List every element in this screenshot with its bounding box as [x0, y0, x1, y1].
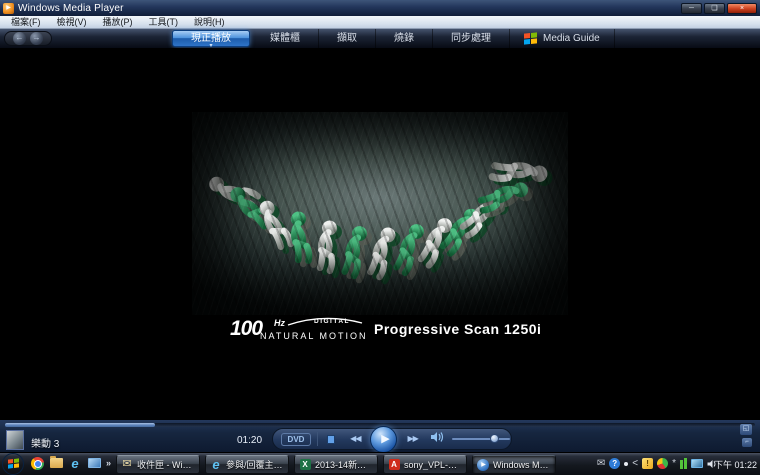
logo-digital: DIGITAL: [314, 318, 350, 325]
chrome-icon[interactable]: [30, 456, 44, 470]
logo-100: 100: [230, 317, 262, 341]
skin-mode-button[interactable]: ◱: [740, 424, 752, 435]
tray-network-icon[interactable]: [691, 457, 703, 470]
restore-button[interactable]: ❏: [704, 3, 725, 14]
windows-start-icon: [8, 458, 19, 469]
windows-logo-icon: [524, 32, 537, 45]
mail-icon: ✉: [121, 459, 133, 471]
volume-thumb[interactable]: [490, 434, 499, 443]
taskbar-button-excel[interactable]: X 2013-14新品發表會: [294, 455, 378, 474]
task-buttons: ✉ 收件匣 - Windows ... e 參與/回覆主題 - JV... X …: [116, 455, 556, 474]
volume-track: [452, 438, 510, 440]
logo-hz: Hz: [274, 318, 285, 328]
tab-media-guide-label: Media Guide: [543, 29, 600, 48]
excel-icon: X: [299, 459, 311, 471]
wmp-icon: ▶: [477, 459, 489, 471]
menu-file[interactable]: 檔案(F): [4, 16, 48, 28]
windows-taskbar: e » ✉ 收件匣 - Windows ... e 參與/回覆主題 - JV..…: [0, 452, 760, 475]
video-scene: [192, 112, 568, 315]
previous-button[interactable]: ◀◀: [344, 432, 366, 447]
tray-updater-icon[interactable]: [657, 457, 668, 470]
speaker-icon: [430, 431, 444, 443]
transport-controls: DVD ◀◀ ▶ ▶▶: [272, 428, 512, 450]
title-bar: ▶ Windows Media Player ─ ❏ ×: [0, 0, 760, 16]
playback-panel: 樂動 3 01:20 DVD ◀◀ ▶ ▶▶ ◱ ⌐: [0, 419, 760, 452]
show-desktop-icon[interactable]: [87, 456, 101, 470]
ie-icon[interactable]: e: [68, 456, 82, 470]
dvd-menu-button[interactable]: DVD: [281, 433, 311, 446]
divider: [317, 432, 318, 446]
video-frame: 100 Hz DIGITAL NATURAL MOTION Progressiv…: [192, 112, 568, 345]
taskbar-button-label: Windows Media Pl...: [493, 460, 551, 470]
logo-natural-motion: NATURAL MOTION: [260, 331, 368, 341]
tray-settings-icon[interactable]: *: [672, 457, 676, 470]
minimize-button[interactable]: ─: [681, 3, 702, 14]
tab-rip[interactable]: 擷取: [319, 29, 376, 48]
folder-icon[interactable]: [49, 456, 63, 470]
resize-grip[interactable]: ⌐: [742, 438, 752, 447]
menu-view[interactable]: 檢視(V): [50, 16, 94, 28]
taskbar-button-label: 參與/回覆主題 - JV...: [226, 458, 284, 471]
pdf-icon: A: [388, 459, 400, 471]
menu-help[interactable]: 說明(H): [187, 16, 232, 28]
navigation-pill: ← →: [4, 31, 52, 46]
forward-button[interactable]: →: [30, 32, 43, 45]
close-button[interactable]: ×: [727, 3, 757, 14]
tab-sync[interactable]: 同步處理: [433, 29, 510, 48]
quick-launch-overflow-chevron[interactable]: »: [106, 458, 111, 468]
tab-now-playing[interactable]: 現正播放 ▾: [172, 30, 250, 47]
progressive-scan-caption: Progressive Scan 1250i: [374, 321, 541, 337]
back-button[interactable]: ←: [13, 32, 26, 45]
tray-status-dot-icon[interactable]: [624, 457, 628, 470]
taskbar-button-browser[interactable]: e 參與/回覆主題 - JV...: [205, 455, 289, 474]
mute-button[interactable]: [430, 430, 444, 448]
motion-figures-graphic: [192, 112, 568, 315]
tray-messenger-icon[interactable]: !: [642, 457, 653, 470]
tab-library[interactable]: 媒體櫃: [252, 29, 319, 48]
tray-collapse-chevron[interactable]: <: [632, 457, 638, 470]
elapsed-time: 01:20: [237, 435, 262, 446]
volume-slider[interactable]: [452, 434, 503, 444]
taskbar-button-pdf[interactable]: A sony_VPL-VW500E...: [383, 455, 467, 474]
tab-burn[interactable]: 燒錄: [376, 29, 433, 48]
next-button[interactable]: ▶▶: [401, 432, 423, 447]
taskbar-button-label: sony_VPL-VW500E...: [404, 460, 462, 470]
menu-play[interactable]: 播放(P): [96, 16, 140, 28]
taskbar-button-label: 收件匣 - Windows ...: [137, 458, 195, 471]
ie-icon: e: [210, 459, 222, 471]
wmp-window: ▶ Windows Media Player ─ ❏ × 檔案(F) 檢視(V)…: [0, 0, 760, 475]
play-pause-button[interactable]: ▶: [370, 426, 397, 453]
start-button[interactable]: [2, 453, 24, 475]
taskbar-button-wmp[interactable]: ▶ Windows Media Pl...: [472, 455, 556, 474]
feature-taskbar: ← → 現正播放 ▾ 媒體櫃 擷取 燒錄 同步處理 Media Guide: [0, 29, 760, 48]
tray-mail-icon[interactable]: ✉: [597, 457, 605, 470]
track-title: 樂動 3: [31, 435, 59, 450]
wmp-app-icon: ▶: [3, 3, 14, 14]
video-display-area[interactable]: 100 Hz DIGITAL NATURAL MOTION Progressiv…: [0, 48, 760, 419]
album-art-thumbnail: [6, 430, 24, 450]
system-tray: ✉ ? < ! *: [597, 457, 718, 470]
tray-help-icon[interactable]: ?: [609, 457, 620, 470]
menu-bar: 檔案(F) 檢視(V) 播放(P) 工具(T) 說明(H): [0, 16, 760, 29]
video-caption-band: 100 Hz DIGITAL NATURAL MOTION Progressiv…: [192, 315, 568, 345]
tab-media-guide[interactable]: Media Guide: [510, 29, 615, 48]
quick-launch-bar: e »: [30, 456, 111, 470]
tray-ime-icon[interactable]: [680, 457, 687, 470]
stop-button[interactable]: [327, 435, 335, 444]
menu-tools[interactable]: 工具(T): [142, 16, 186, 28]
window-title: Windows Media Player: [18, 3, 124, 14]
taskbar-clock[interactable]: 下午 01:22: [714, 453, 757, 475]
seek-progress-fill: [5, 423, 155, 427]
taskbar-button-mail[interactable]: ✉ 收件匣 - Windows ...: [116, 455, 200, 474]
taskbar-button-label: 2013-14新品發表會: [315, 458, 373, 471]
